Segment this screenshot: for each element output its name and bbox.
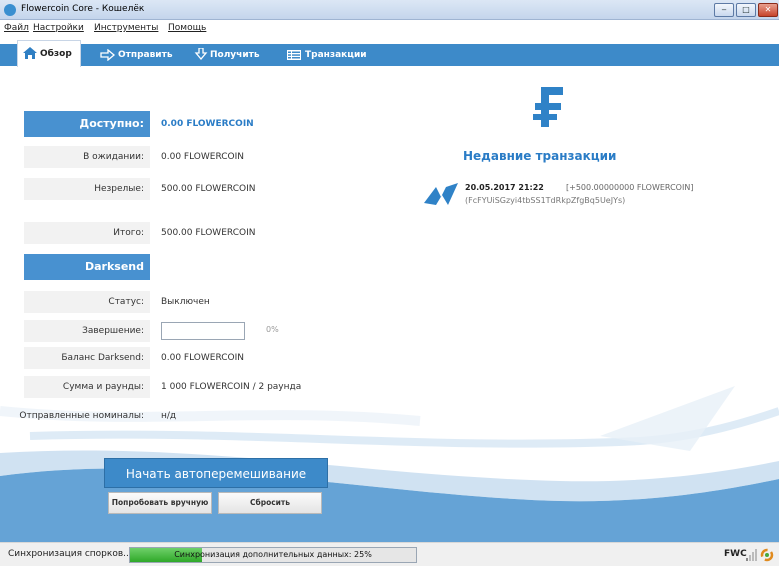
maximize-button[interactable]: □ [736, 3, 756, 17]
signal-bars-icon[interactable] [746, 549, 758, 561]
start-mixing-button[interactable]: Начать автоперемешивание [104, 458, 328, 488]
darksend-balance-label: Баланс Darksend: [24, 347, 150, 369]
reset-button[interactable]: Сбросить [218, 492, 322, 514]
darksend-denoms-value: н/д [161, 411, 177, 421]
status-bar: Синхронизация спорков... Синхронизация д… [0, 542, 779, 566]
sync-progress-bar: Синхронизация дополнительных данных: 25% [129, 547, 417, 563]
transactions-list-icon [287, 50, 301, 60]
window-title: Flowercoin Core - Кошелёк [21, 4, 145, 14]
transaction-address[interactable]: (FcFYUiSGzyi4tbSS1TdRkpZfgBq5UeJYs) [465, 196, 625, 205]
tab-receive[interactable]: Получить [194, 44, 260, 66]
overview-page: Доступно: 0.00 FLOWERCOIN В ожидании: 0.… [0, 71, 779, 542]
try-manual-button[interactable]: Попробовать вручную [108, 492, 212, 514]
app-icon [4, 4, 16, 16]
tab-transactions-label: Транзакции [305, 50, 367, 60]
tab-send-label: Отправить [118, 50, 173, 60]
send-arrow-icon [100, 49, 116, 61]
recent-transactions-title: Недавние транзакции [463, 149, 617, 163]
menu-tools[interactable]: Инструменты [94, 23, 158, 33]
total-value: 500.00 FLOWERCOIN [161, 228, 256, 238]
darksend-completion-label: Завершение: [24, 320, 150, 342]
sync-spinner-icon [760, 548, 774, 562]
close-button[interactable]: ✕ [758, 3, 778, 17]
minimize-button[interactable]: ‒ [714, 3, 734, 17]
menu-help[interactable]: Помощь [168, 23, 206, 33]
immature-label: Незрелые: [24, 178, 150, 200]
immature-value: 500.00 FLOWERCOIN [161, 184, 256, 194]
tab-overview[interactable]: Обзор [17, 40, 81, 67]
available-label: Доступно: [24, 111, 150, 137]
total-label: Итого: [24, 222, 150, 244]
title-bar: Flowercoin Core - Кошелёк ‒ □ ✕ [0, 0, 779, 20]
transaction-date[interactable]: 20.05.2017 21:22 [465, 183, 544, 192]
toolbar: Обзор Отправить Получить Транзакции [0, 36, 779, 70]
sync-progress-text: Синхронизация дополнительных данных: 25% [174, 550, 372, 559]
pending-value: 0.00 FLOWERCOIN [161, 152, 244, 162]
menu-settings[interactable]: Настройки [33, 23, 84, 33]
flowercoin-logo [533, 87, 563, 127]
home-icon [23, 47, 37, 59]
darksend-completion-bar [161, 322, 245, 340]
tab-send[interactable]: Отправить [100, 44, 173, 66]
darksend-balance-value: 0.00 FLOWERCOIN [161, 353, 244, 363]
tab-receive-label: Получить [210, 50, 260, 60]
darksend-denoms-label: Отправленные номиналы: [19, 411, 144, 421]
pending-label: В ожидании: [24, 146, 150, 168]
sync-status-label: Синхронизация спорков... [8, 549, 132, 559]
menu-bar: Файл Настройки Инструменты Помощь [0, 20, 779, 36]
darksend-amount-label: Сумма и раунды: [24, 376, 150, 398]
darksend-status-label: Статус: [24, 291, 150, 313]
darksend-status-value: Выключен [161, 297, 210, 307]
receive-arrow-icon [194, 48, 208, 60]
darksend-header: Darksend [24, 254, 150, 280]
darksend-amount-value: 1 000 FLOWERCOIN / 2 раунда [161, 382, 302, 392]
mined-transaction-icon[interactable] [424, 183, 458, 207]
tab-overview-label: Обзор [40, 49, 72, 59]
available-value: 0.00 FLOWERCOIN [161, 119, 254, 129]
darksend-completion-percent: 0% [266, 325, 279, 334]
transaction-amount[interactable]: [+500.00000000 FLOWERCOIN] [566, 183, 693, 192]
unit-label[interactable]: FWC [724, 549, 747, 559]
tab-transactions[interactable]: Транзакции [286, 44, 367, 66]
menu-file[interactable]: Файл [4, 23, 29, 33]
